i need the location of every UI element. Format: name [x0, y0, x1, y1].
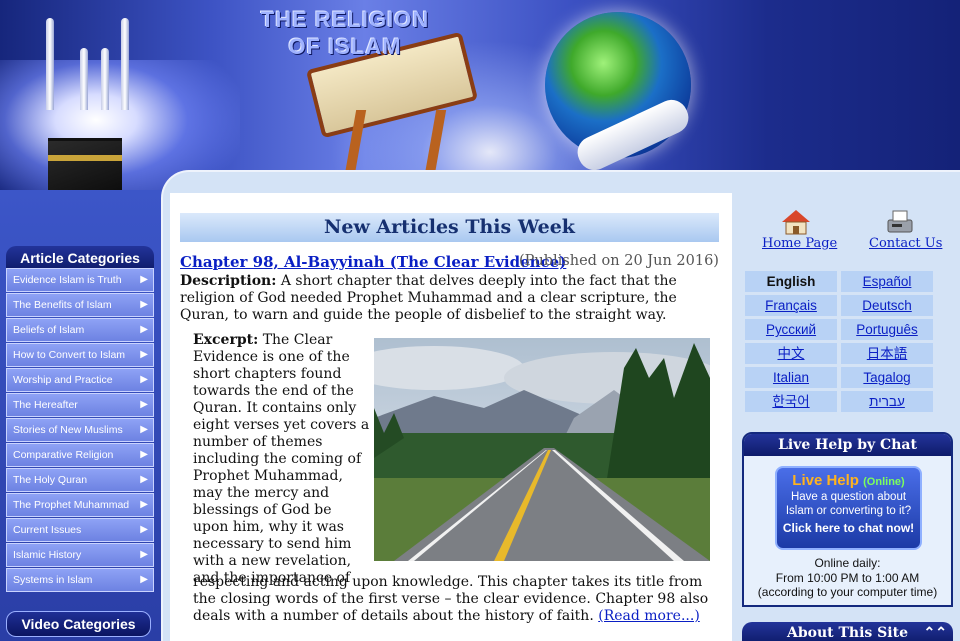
- home-icon[interactable]: [780, 208, 812, 236]
- chat-hours: Online daily: From 10:00 PM to 1:00 AM (…: [744, 556, 951, 600]
- lang-japanese[interactable]: 日本語: [841, 343, 933, 364]
- arrow-right-icon: ▶: [140, 374, 148, 385]
- arrow-right-icon: ▶: [140, 549, 148, 560]
- lang-hebrew[interactable]: עברית: [841, 391, 933, 412]
- section-title: New Articles This Week: [180, 213, 719, 242]
- category-label: The Holy Quran: [13, 474, 88, 486]
- category-item[interactable]: The Prophet Muhammad ▶: [6, 493, 154, 517]
- lang-tagalog[interactable]: Tagalog: [841, 367, 933, 388]
- site-title-line1: THE RELIGION: [260, 7, 430, 32]
- category-item[interactable]: Comparative Religion ▶: [6, 443, 154, 467]
- arrow-right-icon: ▶: [140, 574, 148, 585]
- category-item[interactable]: How to Convert to Islam ▶: [6, 343, 154, 367]
- lang-italian[interactable]: Italian: [745, 367, 837, 388]
- category-item[interactable]: The Hereafter ▶: [6, 393, 154, 417]
- minaret-icon: [80, 48, 88, 110]
- site-title-line2: OF ISLAM: [288, 34, 402, 59]
- lang-english[interactable]: English: [745, 271, 837, 292]
- lang-deutsch[interactable]: Deutsch: [841, 295, 933, 316]
- article-categories-header: Article Categories: [6, 246, 154, 270]
- lang-portugues[interactable]: Português: [841, 319, 933, 340]
- contact-fax-icon[interactable]: [884, 208, 916, 236]
- arrow-right-icon: ▶: [140, 399, 148, 410]
- main-content: New Articles This Week Chapter 98, Al-Ba…: [170, 193, 732, 641]
- lang-chinese[interactable]: 中文: [745, 343, 837, 364]
- mountain-road-image: [374, 338, 710, 561]
- arrow-right-icon: ▶: [140, 524, 148, 535]
- category-label: The Benefits of Islam: [13, 299, 112, 311]
- arrow-right-icon: ▶: [140, 349, 148, 360]
- arrow-right-icon: ▶: [140, 274, 148, 285]
- category-item[interactable]: Worship and Practice ▶: [6, 368, 154, 392]
- about-site-header[interactable]: About This Site ⌃⌃: [742, 622, 953, 641]
- minaret-icon: [101, 48, 109, 110]
- category-label: The Hereafter: [13, 399, 78, 411]
- category-label: Stories of New Muslims: [13, 424, 123, 436]
- live-help-question: Have a question about Islam or convertin…: [785, 491, 912, 517]
- arrow-right-icon: ▶: [140, 474, 148, 485]
- category-item[interactable]: Beliefs of Islam ▶: [6, 318, 154, 342]
- site-header: THE RELIGION OF ISLAM: [0, 0, 960, 190]
- category-label: Islamic History: [13, 549, 82, 561]
- quick-links: Home Page Contact Us: [746, 200, 951, 266]
- description-label: Description:: [180, 273, 277, 289]
- category-item[interactable]: Systems in Islam ▶: [6, 568, 154, 592]
- arrow-right-icon: ▶: [140, 449, 148, 460]
- category-list: Evidence Islam is Truth ▶ The Benefits of…: [6, 268, 154, 593]
- live-help-cta: Click here to chat now!: [782, 521, 915, 535]
- arrow-right-icon: ▶: [140, 424, 148, 435]
- category-item[interactable]: Stories of New Muslims ▶: [6, 418, 154, 442]
- home-page-link[interactable]: Home Page: [762, 236, 837, 251]
- online-note: (according to your computer time): [757, 585, 938, 599]
- lang-russian[interactable]: Русский: [745, 319, 837, 340]
- article-excerpt-continued: respecting and acting upon knowledge. Th…: [193, 574, 728, 625]
- about-site-title: About This Site: [787, 625, 908, 641]
- online-status-badge: (Online): [863, 476, 905, 488]
- live-help-label: Live Help: [792, 472, 859, 489]
- category-item[interactable]: Current Issues ▶: [6, 518, 154, 542]
- article-excerpt: Excerpt: The Clear Evidence is one of th…: [193, 332, 371, 587]
- sidebar: Article Categories Evidence Islam is Tru…: [0, 190, 165, 641]
- category-label: How to Convert to Islam: [13, 349, 126, 361]
- arrow-right-icon: ▶: [140, 299, 148, 310]
- category-label: Worship and Practice: [13, 374, 113, 386]
- excerpt-label: Excerpt:: [193, 332, 259, 348]
- category-item[interactable]: The Holy Quran ▶: [6, 468, 154, 492]
- online-label: Online daily:: [814, 556, 881, 570]
- site-title[interactable]: THE RELIGION OF ISLAM: [245, 6, 445, 60]
- article-image: [374, 338, 710, 561]
- live-chat-header: Live Help by Chat: [744, 434, 951, 456]
- minaret-icon: [46, 18, 54, 110]
- category-label: Systems in Islam: [13, 574, 93, 586]
- online-hours: From 10:00 PM to 1:00 AM: [775, 570, 920, 585]
- live-help-title: Live Help (Online): [777, 468, 920, 489]
- category-label: The Prophet Muhammad: [13, 499, 130, 511]
- category-label: Current Issues: [13, 524, 82, 536]
- kaaba-icon: [48, 138, 122, 190]
- lang-francais[interactable]: Français: [745, 295, 837, 316]
- live-help-button[interactable]: Live Help (Online) Have a question about…: [775, 466, 922, 550]
- category-label: Evidence Islam is Truth: [13, 274, 122, 286]
- category-item[interactable]: Evidence Islam is Truth ▶: [6, 268, 154, 292]
- article-title-link[interactable]: Chapter 98, Al-Bayyinah (The Clear Evide…: [180, 253, 566, 271]
- category-label: Beliefs of Islam: [13, 324, 85, 336]
- video-categories-button[interactable]: Video Categories: [6, 611, 151, 637]
- published-date: (Published on 20 Jun 2016): [519, 253, 719, 269]
- article-description: Description: A short chapter that delves…: [180, 273, 725, 324]
- category-item[interactable]: The Benefits of Islam ▶: [6, 293, 154, 317]
- minaret-icon: [121, 18, 129, 110]
- category-item[interactable]: Islamic History ▶: [6, 543, 154, 567]
- category-label: Comparative Religion: [13, 449, 114, 461]
- lang-korean[interactable]: 한국어: [745, 391, 837, 412]
- collapse-up-icon[interactable]: ⌃⌃: [924, 622, 947, 641]
- lang-espanol[interactable]: Español: [841, 271, 933, 292]
- arrow-right-icon: ▶: [140, 324, 148, 335]
- read-more-link[interactable]: (Read more...): [598, 608, 700, 624]
- arrow-right-icon: ▶: [140, 499, 148, 510]
- excerpt-text: The Clear Evidence is one of the short c…: [193, 332, 370, 586]
- contact-us-link[interactable]: Contact Us: [869, 236, 942, 251]
- live-chat-panel: Live Help by Chat Live Help (Online) Hav…: [742, 432, 953, 607]
